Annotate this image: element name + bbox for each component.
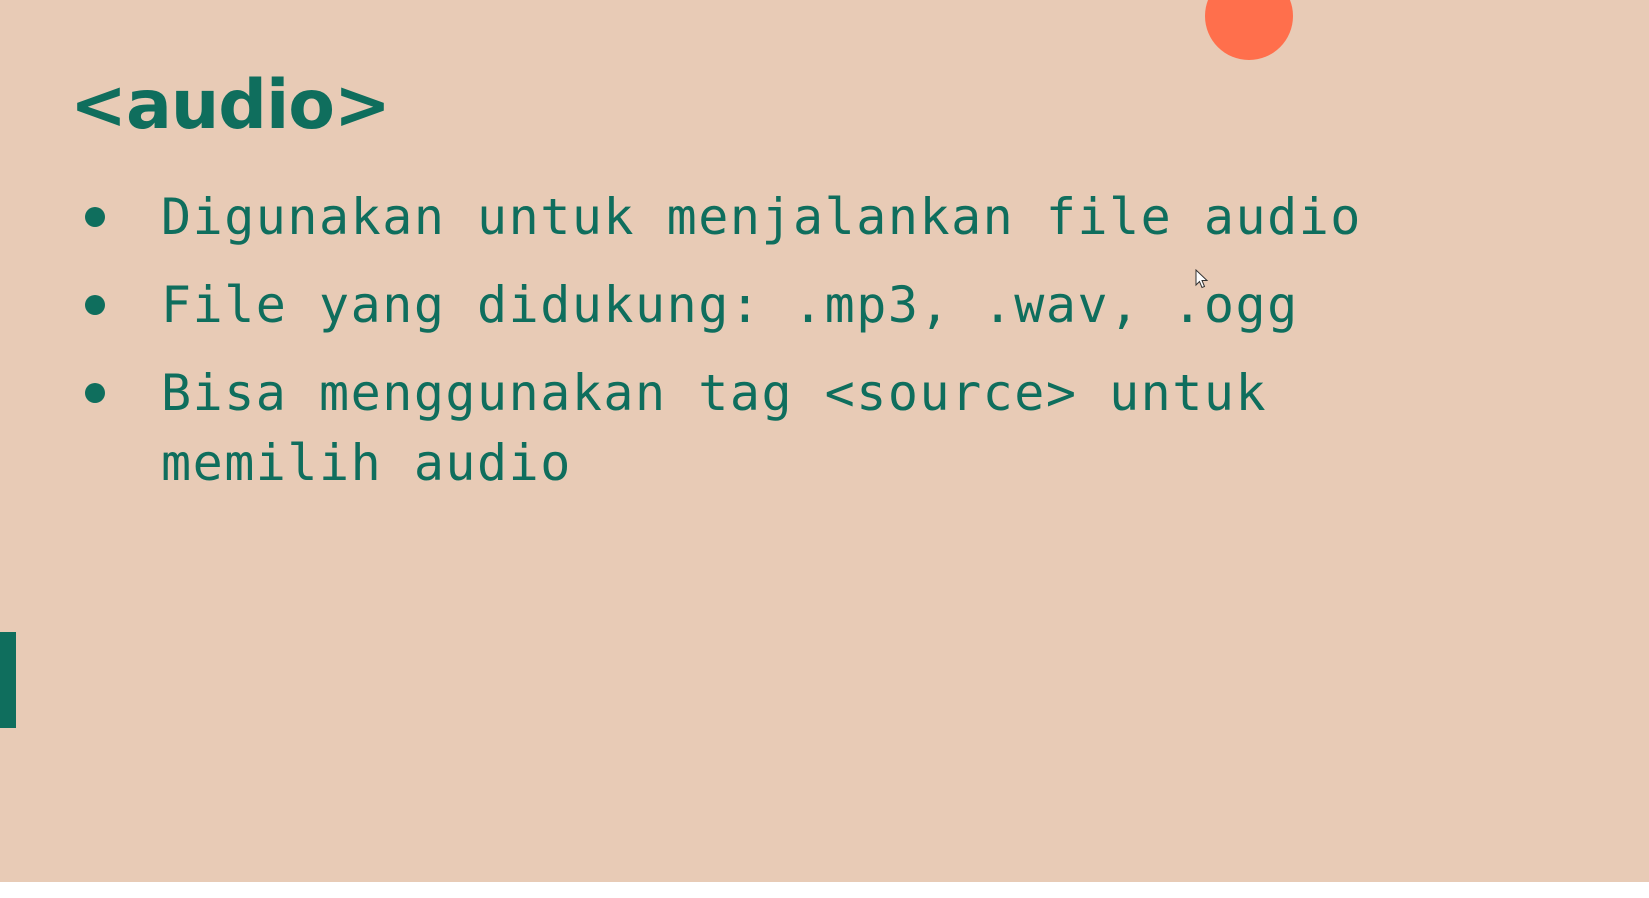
bullet-text: Digunakan untuk menjalankan file audio: [161, 188, 1362, 246]
bullet-item: Digunakan untuk menjalankan file audio: [80, 182, 1500, 252]
bullet-text: File yang didukung: .mp3, .wav, .ogg: [161, 276, 1299, 334]
bullet-dot-icon: [85, 207, 105, 227]
bullet-item: File yang didukung: .mp3, .wav, .ogg: [80, 270, 1500, 340]
bullet-dot-icon: [85, 295, 105, 315]
decorative-bar: [0, 632, 16, 728]
mouse-pointer-icon: [1195, 269, 1209, 289]
bullet-dot-icon: [85, 383, 105, 403]
bottom-band: [0, 882, 1649, 898]
bullet-list: Digunakan untuk menjalankan file audio F…: [80, 182, 1500, 516]
bullet-item: Bisa menggunakan tag <source> untuk memi…: [80, 358, 1500, 498]
presentation-slide: <audio> Digunakan untuk menjalankan file…: [0, 0, 1649, 898]
bullet-text: Bisa menggunakan tag <source> untuk memi…: [161, 364, 1268, 492]
slide-title: <audio>: [70, 66, 391, 145]
decorative-circle: [1205, 0, 1293, 60]
